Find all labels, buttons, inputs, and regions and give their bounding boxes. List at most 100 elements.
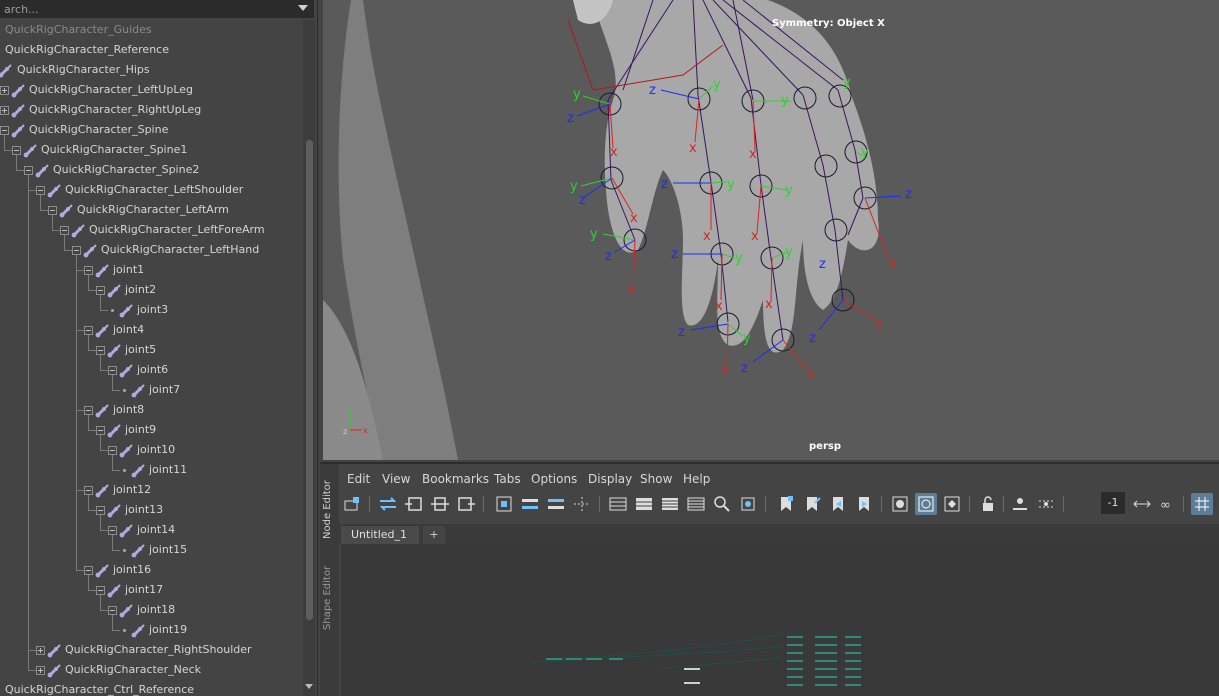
expand-plus-icon[interactable] bbox=[36, 666, 45, 675]
outliner-row[interactable]: QuickRigCharacter_Reference bbox=[0, 40, 302, 60]
menu-bookmarks[interactable]: Bookmarks bbox=[422, 472, 489, 486]
outliner-row[interactable]: joint6 bbox=[0, 360, 302, 380]
menu-options[interactable]: Options bbox=[531, 472, 577, 486]
simple-mode-icon[interactable] bbox=[607, 493, 629, 515]
outliner-row[interactable]: QuickRigCharacter_Spine2 bbox=[0, 160, 302, 180]
shader-view-icon[interactable] bbox=[889, 493, 911, 515]
outliner-row[interactable]: QuickRigCharacter_LeftShoulder bbox=[0, 180, 302, 200]
tab-shape-editor[interactable]: Shape Editor bbox=[322, 560, 338, 636]
outliner-row[interactable]: joint14 bbox=[0, 520, 302, 540]
outliner-row[interactable]: QuickRigCharacter_Guides bbox=[0, 20, 302, 40]
collapse-minus-icon[interactable] bbox=[24, 166, 33, 175]
collapse-minus-icon[interactable] bbox=[96, 426, 105, 435]
add-node-icon[interactable] bbox=[341, 493, 363, 515]
outliner-row[interactable]: joint10 bbox=[0, 440, 302, 460]
outliner-row[interactable]: joint17 bbox=[0, 580, 302, 600]
full-mode-icon[interactable] bbox=[659, 493, 681, 515]
collapse-minus-icon[interactable] bbox=[84, 566, 93, 575]
swatch-icon[interactable] bbox=[737, 493, 759, 515]
expand-plus-icon[interactable] bbox=[0, 106, 9, 115]
tab-untitled-1[interactable]: Untitled_1 bbox=[341, 526, 419, 544]
pin-icon[interactable] bbox=[1009, 493, 1031, 515]
outliner-row[interactable]: QuickRigCharacter_Neck bbox=[0, 660, 302, 680]
frame-all-icon[interactable] bbox=[493, 493, 515, 515]
outliner-row[interactable]: joint7 bbox=[0, 380, 302, 400]
expand-plus-icon[interactable] bbox=[0, 86, 9, 95]
outliner-row[interactable]: joint19 bbox=[0, 620, 302, 640]
collapse-minus-icon[interactable] bbox=[12, 146, 21, 155]
collapse-minus-icon[interactable] bbox=[72, 246, 81, 255]
collapse-minus-icon[interactable] bbox=[108, 366, 117, 375]
outliner-row[interactable]: joint11 bbox=[0, 460, 302, 480]
collapse-minus-icon[interactable] bbox=[48, 206, 57, 215]
expand-horizontal-icon[interactable] bbox=[1131, 493, 1153, 515]
bookmark-prev-icon[interactable] bbox=[827, 493, 849, 515]
outliner-row[interactable]: joint9 bbox=[0, 420, 302, 440]
menu-display[interactable]: Display bbox=[588, 472, 632, 486]
outliner-row[interactable]: QuickRigCharacter_Spine bbox=[0, 120, 302, 140]
collapse-minus-icon[interactable] bbox=[36, 186, 45, 195]
bookmark-next-icon[interactable] bbox=[853, 493, 875, 515]
collapse-minus-icon[interactable] bbox=[96, 286, 105, 295]
outliner-row[interactable]: QuickRigCharacter_RightShoulder bbox=[0, 640, 302, 660]
outliner-row[interactable]: joint3 bbox=[0, 300, 302, 320]
snap-grid-icon[interactable] bbox=[1191, 493, 1213, 515]
collapse-minus-icon[interactable] bbox=[0, 126, 9, 135]
outliner-row[interactable]: QuickRigCharacter_LeftForeArm bbox=[0, 220, 302, 240]
numeric-field[interactable]: -1 bbox=[1101, 492, 1125, 514]
viewport-persp[interactable]: yzx yzx yzx zyx zyx zyx zyx yx yx yx zx … bbox=[323, 0, 1219, 460]
outliner-scrollbar-thumb[interactable] bbox=[306, 140, 313, 620]
collapse-minus-icon[interactable] bbox=[84, 486, 93, 495]
outliner-row[interactable]: joint8 bbox=[0, 400, 302, 420]
expand-plus-icon[interactable] bbox=[36, 646, 45, 655]
outliner-row[interactable]: QuickRigCharacter_LeftUpLeg bbox=[0, 80, 302, 100]
outliner-row[interactable]: QuickRigCharacter_Hips bbox=[0, 60, 302, 80]
collapse-minus-icon[interactable] bbox=[84, 406, 93, 415]
connected-mode-icon[interactable] bbox=[633, 493, 655, 515]
menu-edit[interactable]: Edit bbox=[347, 472, 370, 486]
custom-mode-icon[interactable] bbox=[685, 493, 707, 515]
attribute-filter-icon[interactable] bbox=[941, 493, 963, 515]
search-dropdown-icon[interactable] bbox=[298, 5, 308, 11]
output-connections-icon[interactable] bbox=[455, 493, 477, 515]
outliner-search-field[interactable]: arch... bbox=[0, 0, 314, 18]
outliner-row[interactable]: joint1 bbox=[0, 260, 302, 280]
add-tab-button[interactable]: + bbox=[423, 526, 445, 544]
outliner-row[interactable]: QuickRigCharacter_Spine1 bbox=[0, 140, 302, 160]
outliner-row[interactable]: QuickRigCharacter_LeftHand bbox=[0, 240, 302, 260]
lock-icon[interactable] bbox=[977, 493, 999, 515]
outliner-row[interactable]: joint4 bbox=[0, 320, 302, 340]
bookmark-add-icon[interactable] bbox=[775, 493, 797, 515]
collapse-minus-icon[interactable] bbox=[84, 326, 93, 335]
outliner-row[interactable]: joint12 bbox=[0, 480, 302, 500]
collapse-minus-icon[interactable] bbox=[96, 586, 105, 595]
outliner-row[interactable]: joint18 bbox=[0, 600, 302, 620]
graph-io-icon[interactable] bbox=[377, 493, 399, 515]
menu-help[interactable]: Help bbox=[683, 472, 710, 486]
infinity-icon[interactable]: ∞ bbox=[1157, 493, 1179, 515]
outliner-row[interactable]: joint13 bbox=[0, 500, 302, 520]
scroll-down-arrow-icon[interactable] bbox=[305, 684, 313, 689]
outliner-row[interactable]: QuickRigCharacter_RightUpLeg bbox=[0, 100, 302, 120]
layout-horizontal-icon[interactable] bbox=[519, 493, 541, 515]
menu-tabs[interactable]: Tabs bbox=[494, 472, 521, 486]
menu-show[interactable]: Show bbox=[640, 472, 672, 486]
outliner-row[interactable]: joint16 bbox=[0, 560, 302, 580]
input-connections-icon[interactable] bbox=[403, 493, 425, 515]
io-connections-icon[interactable] bbox=[429, 493, 451, 515]
outliner-row[interactable]: QuickRigCharacter_Ctrl_Reference bbox=[0, 680, 302, 696]
align-nodes-icon[interactable] bbox=[571, 493, 593, 515]
collapse-minus-icon[interactable] bbox=[96, 506, 105, 515]
bookmark-edit-icon[interactable] bbox=[801, 493, 823, 515]
search-icon[interactable] bbox=[711, 493, 733, 515]
collapse-minus-icon[interactable] bbox=[108, 526, 117, 535]
outliner-row[interactable]: joint15 bbox=[0, 540, 302, 560]
grid-view-icon[interactable] bbox=[915, 493, 937, 515]
collapse-minus-icon[interactable] bbox=[108, 446, 117, 455]
menu-view[interactable]: View bbox=[382, 472, 410, 486]
node-graph-canvas[interactable] bbox=[341, 544, 1219, 696]
collapse-minus-icon[interactable] bbox=[96, 346, 105, 355]
outliner-row[interactable]: joint2 bbox=[0, 280, 302, 300]
layout-vertical-icon[interactable] bbox=[545, 493, 567, 515]
collapse-minus-icon[interactable] bbox=[60, 226, 69, 235]
